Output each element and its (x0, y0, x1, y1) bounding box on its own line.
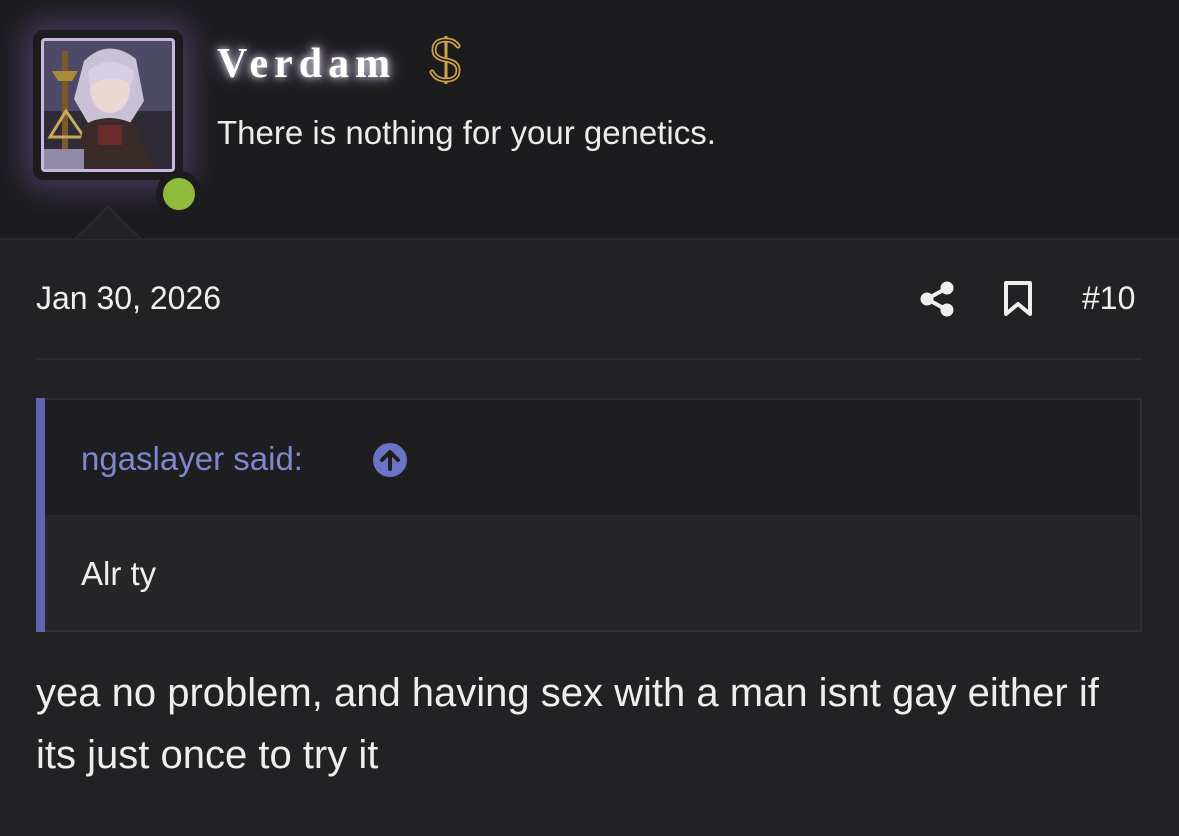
quote-header: ngaslayer said: (45, 400, 1140, 515)
post-number-link[interactable]: #10 (1082, 280, 1135, 317)
post-body-text: yea no problem, and having sex with a ma… (36, 671, 1099, 777)
user-title: There is nothing for your genetics. (217, 114, 716, 151)
arrow-up-circle-icon[interactable] (372, 442, 408, 478)
quote-accent-bar (36, 398, 45, 632)
avatar-image (44, 41, 172, 169)
divider (36, 358, 1142, 360)
post-user-header: Verdam There is nothing for your genetic… (0, 0, 1179, 240)
header-pointer-inner (77, 208, 139, 239)
quote-block: ngaslayer said: Alr ty (36, 398, 1142, 632)
post-date[interactable]: Jan 30, 2026 (36, 280, 221, 317)
quote-text: Alr ty (81, 555, 157, 592)
username[interactable]: Verdam (217, 40, 396, 88)
bookmark-icon[interactable] (1002, 280, 1034, 318)
quote-author-link[interactable]: ngaslayer said: (81, 440, 303, 478)
avatar[interactable] (41, 38, 175, 172)
share-icon[interactable] (918, 280, 956, 318)
forum-post: Verdam There is nothing for your genetic… (0, 0, 1179, 836)
online-indicator-icon (157, 172, 201, 216)
dollar-sign-icon (429, 36, 461, 84)
avatar-container (33, 30, 201, 216)
